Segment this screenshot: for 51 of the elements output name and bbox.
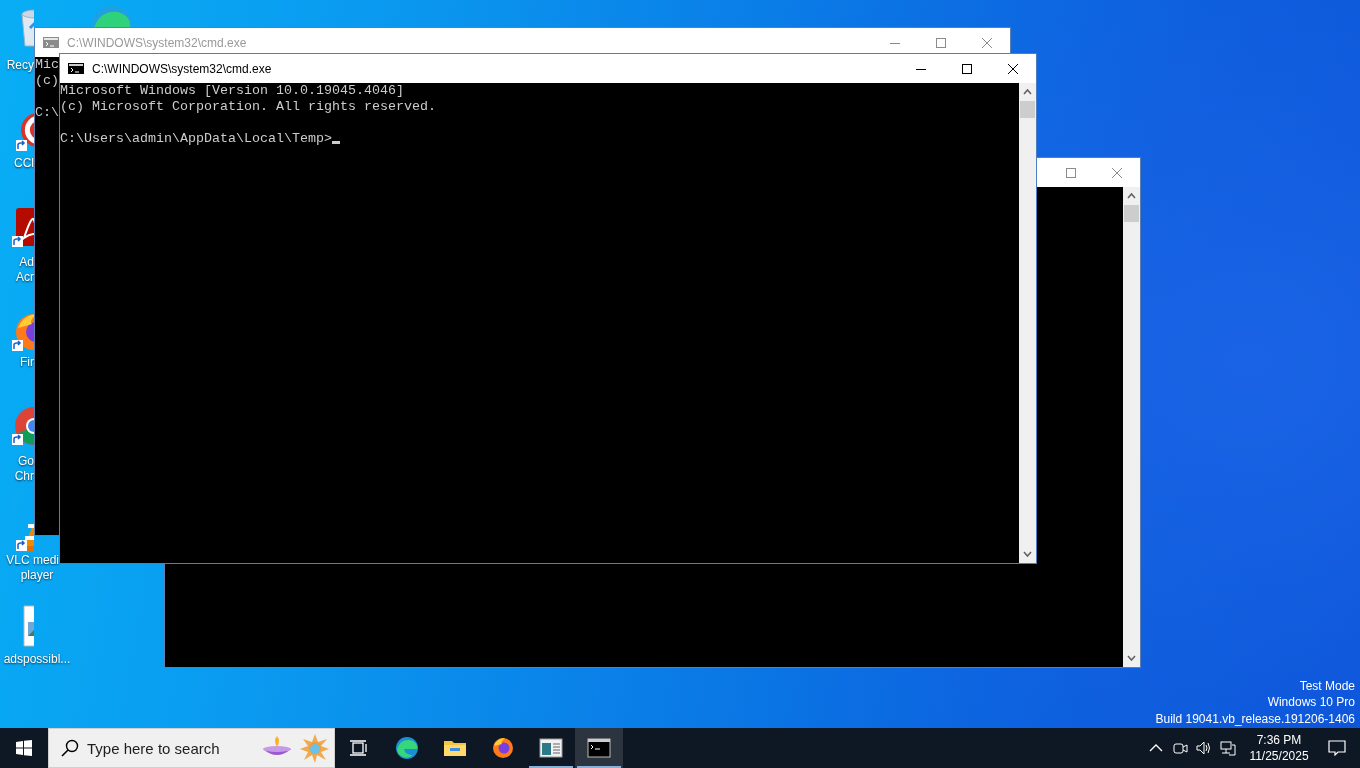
clock-date: 11/25/2025 <box>1249 748 1309 764</box>
search-bar[interactable]: Type here to search <box>48 728 335 768</box>
acrobat-icon[interactable] <box>12 206 34 250</box>
system-info-text: Windows 10 Pro <box>1267 694 1355 711</box>
console-line: Mic <box>35 57 59 73</box>
icon-label: Go <box>18 454 34 469</box>
close-icon <box>1112 167 1122 178</box>
icon-label: Recy <box>6 58 34 73</box>
network-icon[interactable] <box>1220 740 1236 756</box>
clock-time: 7:36 PM <box>1256 732 1302 748</box>
icon-label: player <box>19 568 55 583</box>
icon-label: VLC medi <box>6 553 59 568</box>
camera-icon[interactable] <box>1172 740 1188 756</box>
scrollbar-thumb[interactable] <box>1020 101 1035 118</box>
icon-label: Acr <box>16 270 34 285</box>
console-icon <box>43 37 59 48</box>
notification-icon[interactable] <box>1328 740 1346 756</box>
maximize-icon <box>1066 167 1076 178</box>
task-view-icon <box>350 740 368 756</box>
icon-label: adspossibl... <box>2 652 72 667</box>
console-line: (c) <box>35 73 59 89</box>
app-window-icon <box>539 736 563 760</box>
console-line: (c) Microsoft Corporation. All rights reserved. <box>60 99 436 115</box>
close-icon <box>1008 63 1018 74</box>
console-line: Microsoft Windows [Version 10.0.19045.4046] <box>60 83 404 99</box>
close-icon <box>982 37 992 48</box>
icon-label: Ad <box>19 255 34 270</box>
swirl-icon <box>395 736 419 760</box>
window-title: C:\WINDOWS\system32\cmd.exe <box>92 61 272 76</box>
clock[interactable]: 7:36 PM 11/25/2025 <box>1246 732 1312 764</box>
icon-label: Chr <box>14 469 34 484</box>
console-icon <box>587 736 611 760</box>
windows-logo-icon <box>16 740 32 756</box>
speaker-icon[interactable] <box>1196 740 1212 756</box>
system-info-text: Build 19041.vb_release.191206-1406 <box>1155 710 1355 727</box>
taskbar-app-button[interactable] <box>575 728 623 768</box>
search-field[interactable]: Type here to search <box>87 739 259 757</box>
icon-label: CCl <box>14 156 34 171</box>
icon-label: Fir <box>20 355 34 370</box>
scrollbar-thumb[interactable] <box>1124 205 1139 222</box>
maximize-icon <box>936 37 946 48</box>
system-info-text: Test Mode <box>1299 677 1355 694</box>
maximize-icon <box>962 63 972 74</box>
search-icon <box>61 739 79 757</box>
console-prompt: C:\Users\admin\AppData\Local\Temp> <box>60 131 332 146</box>
scrollbar[interactable] <box>1123 187 1140 667</box>
console-icon <box>68 63 84 74</box>
scrollbar[interactable] <box>1019 83 1036 563</box>
console-prompt: C:\ <box>35 105 59 120</box>
window-title: C:\WINDOWS\system32\cmd.exe <box>67 35 247 50</box>
firefox-icon <box>491 736 515 760</box>
